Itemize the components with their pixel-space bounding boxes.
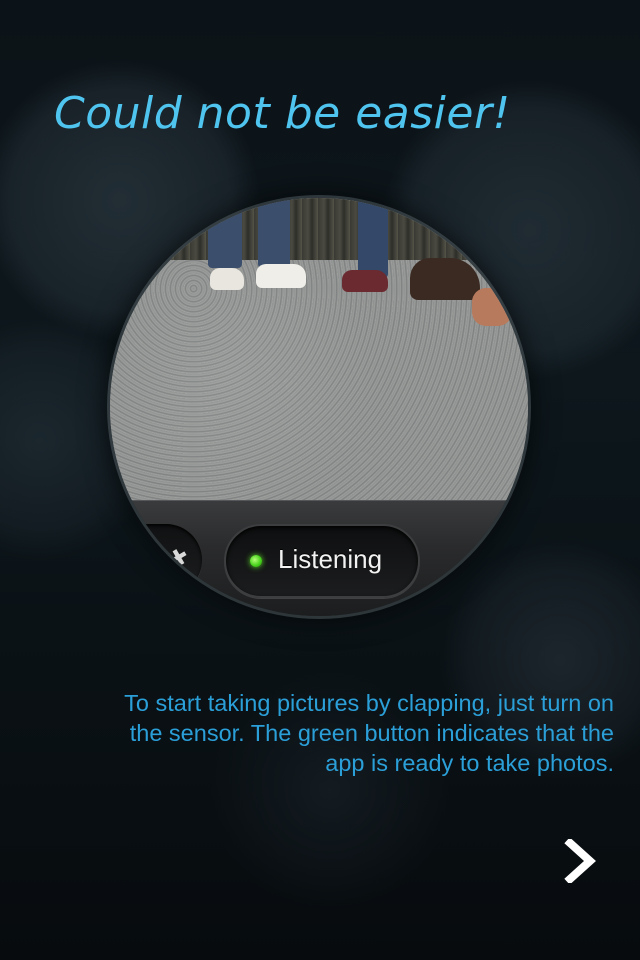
camera-preview-magnifier: ✚ Listening [110, 198, 528, 616]
camera-preview-photo [110, 198, 528, 500]
listening-status-button[interactable]: Listening [224, 524, 420, 598]
instruction-text: To start taking pictures by clapping, ju… [30, 688, 614, 778]
photo-shoe [256, 264, 306, 288]
listening-label: Listening [278, 544, 383, 574]
photo-leg [208, 198, 242, 268]
page-title: Could not be easier! [54, 88, 511, 139]
photo-shoe [342, 270, 388, 292]
photo-leg [258, 198, 290, 268]
toolbar-camera-button[interactable]: ✚ [114, 524, 202, 596]
photo-wall [110, 198, 528, 260]
camera-icon: ✚ [164, 543, 194, 574]
status-indicator-icon [250, 555, 262, 567]
instruction-line: app is ready to take photos. [325, 750, 614, 776]
photo-shoe [210, 268, 244, 290]
photo-leg [358, 198, 388, 278]
next-button[interactable] [556, 836, 606, 886]
photo-shoe [472, 288, 512, 326]
photo-shoe [410, 258, 480, 300]
instruction-line: To start taking pictures by clapping, ju… [124, 690, 614, 716]
chevron-right-icon [564, 839, 596, 883]
instruction-line: the sensor. The green button indicates t… [129, 720, 614, 746]
